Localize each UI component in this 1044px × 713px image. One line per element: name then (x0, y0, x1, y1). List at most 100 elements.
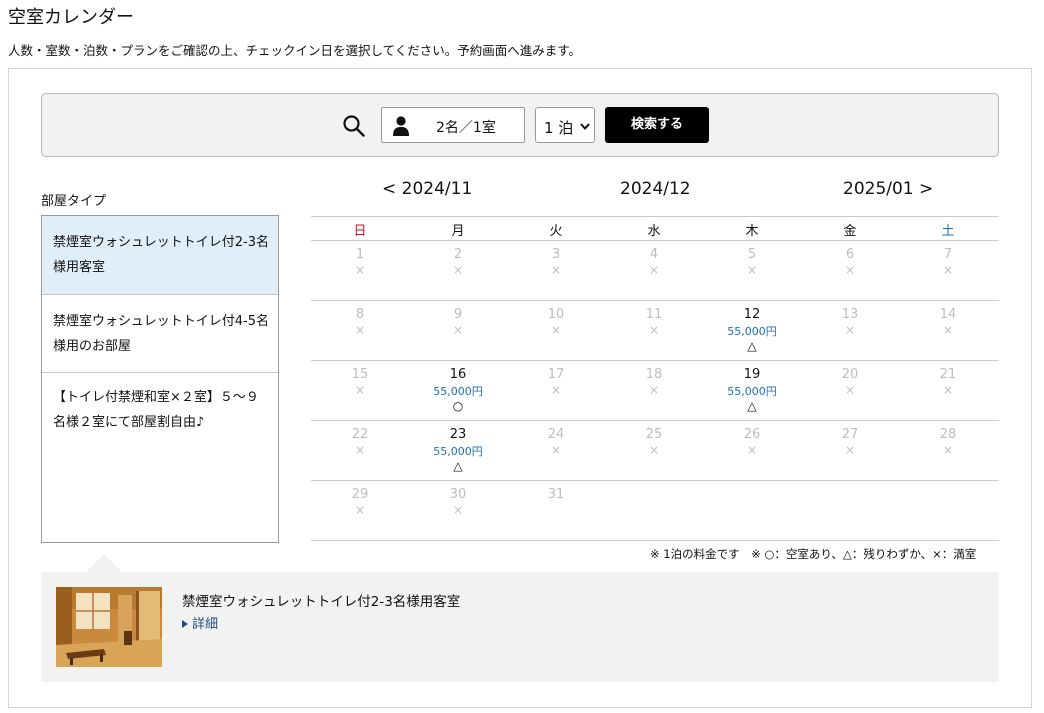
calendar-day-cell: 29 × (311, 481, 409, 541)
calendar-day-cell: 25 × (605, 421, 703, 481)
availability-mark: × (746, 263, 758, 277)
availability-mark: × (354, 503, 366, 517)
availability-mark: × (452, 503, 464, 517)
room-type-list: 禁煙室ウォシュレットトイレ付2-3名様用客室 禁煙室ウォシュレットトイレ付4-5… (41, 215, 279, 543)
availability-mark: × (648, 323, 660, 337)
availability-mark: △ (453, 459, 463, 473)
calendar-day-cell: 27 × (801, 421, 899, 481)
room-item-4-5[interactable]: 禁煙室ウォシュレットトイレ付4-5名様用のお部屋 (42, 295, 278, 373)
guests-rooms-selector[interactable]: 2名／1室 (381, 107, 525, 143)
availability-mark: × (942, 383, 954, 397)
calendar-grid: 日 月 火 水 木 金 土 1 × 2 × 3 × 4 × 5 × 6 × 7 × 8 × 9 × 10 × 11 × 12… (311, 216, 999, 541)
next-month-link[interactable]: 2025/01 > (843, 179, 933, 199)
calendar-day-cell[interactable]: 23 55,000円 △ (409, 421, 507, 481)
availability-mark: × (354, 323, 366, 337)
calendar-week: 15 × 16 55,000円 ○ 17 × 18 × 19 55,000円 △ 20 × 21 × (311, 361, 999, 421)
day-number: 28 (939, 427, 957, 442)
calendar-day-cell[interactable]: 19 55,000円 △ (703, 361, 801, 421)
weekday-sat: 土 (941, 224, 955, 239)
day-number: 30 (449, 487, 467, 502)
detail-link[interactable]: 詳細 (182, 613, 218, 632)
availability-mark: × (550, 263, 562, 277)
day-number: 3 (551, 247, 561, 262)
calendar-day-cell: 4 × (605, 241, 703, 301)
availability-mark: × (844, 263, 856, 277)
calendar-day-cell: 17 × (507, 361, 605, 421)
room-item-5-9[interactable]: 【トイレ付禁煙和室×２室】５～９名様２室にて部屋割自由♪ (42, 373, 278, 543)
day-number: 27 (841, 427, 859, 442)
day-number: 20 (841, 367, 859, 382)
calendar-day-cell: 30 × (409, 481, 507, 541)
availability-mark: △ (747, 399, 757, 413)
availability-mark: △ (747, 339, 757, 353)
calendar-day-cell: 28 × (899, 421, 997, 481)
calendar-day-cell: 24 × (507, 421, 605, 481)
search-icon[interactable] (342, 114, 366, 138)
availability-mark: × (354, 443, 366, 457)
room-item-2-3[interactable]: 禁煙室ウォシュレットトイレ付2-3名様用客室 (42, 216, 278, 295)
detail-room-title: 禁煙室ウォシュレットトイレ付2-3名様用客室 (182, 594, 461, 610)
detail-link-label: 詳細 (192, 617, 219, 632)
weekday-tue: 火 (549, 224, 563, 239)
availability-mark: × (648, 263, 660, 277)
day-number: 11 (645, 307, 663, 322)
availability-mark: × (550, 323, 562, 337)
weekday-sun: 日 (353, 224, 367, 239)
availability-mark: × (354, 263, 366, 277)
availability-mark: × (942, 443, 954, 457)
calendar-day-cell: 1 × (311, 241, 409, 301)
page-title: 空室カレンダー (8, 7, 134, 28)
calendar-day-cell: 11 × (605, 301, 703, 361)
calendar-day-cell: 2 × (409, 241, 507, 301)
calendar-day-cell: 26 × (703, 421, 801, 481)
calendar-day-cell: 14 × (899, 301, 997, 361)
availability-mark: × (844, 383, 856, 397)
calendar-week: 29 × 30 × 31 (311, 481, 999, 541)
room-type-label: 部屋タイプ (41, 194, 107, 209)
page-description: 人数・室数・泊数・プランをご確認の上、チェックイン日を選択してください。予約画面… (8, 43, 582, 58)
day-number: 29 (351, 487, 369, 502)
day-price: 55,000円 (433, 445, 483, 458)
prev-month-link[interactable]: < 2024/11 (382, 179, 472, 199)
search-button[interactable]: 検索する (605, 107, 709, 143)
day-number: 17 (547, 367, 565, 382)
day-number: 12 (743, 307, 761, 322)
day-number: 31 (547, 487, 565, 502)
day-number: 15 (351, 367, 369, 382)
availability-mark: × (354, 383, 366, 397)
day-number: 6 (845, 247, 855, 262)
availability-mark: ○ (452, 399, 464, 413)
calendar-week: 22 × 23 55,000円 △ 24 × 25 × 26 × 27 × 28 × (311, 421, 999, 481)
availability-mark: × (452, 323, 464, 337)
calendar-day-cell: 7 × (899, 241, 997, 301)
current-month-label: 2024/12 (620, 179, 691, 199)
day-number: 19 (743, 367, 761, 382)
availability-mark: × (942, 263, 954, 277)
calendar-day-cell: 5 × (703, 241, 801, 301)
calendar-day-cell[interactable]: 16 55,000円 ○ (409, 361, 507, 421)
room-photo[interactable] (56, 587, 162, 667)
availability-mark: × (550, 443, 562, 457)
calendar-day-cell: 8 × (311, 301, 409, 361)
calendar-day-cell[interactable]: 12 55,000円 △ (703, 301, 801, 361)
day-number: 23 (449, 427, 467, 442)
day-number: 26 (743, 427, 761, 442)
triangle-right-icon (182, 620, 188, 628)
day-number: 5 (747, 247, 757, 262)
availability-mark: × (648, 383, 660, 397)
calendar-day-cell: 15 × (311, 361, 409, 421)
availability-mark: × (844, 443, 856, 457)
day-number: 18 (645, 367, 663, 382)
person-icon (393, 116, 409, 136)
calendar-day-cell: 9 × (409, 301, 507, 361)
nights-select[interactable]: 1 泊 (535, 107, 595, 143)
day-number: 8 (355, 307, 365, 322)
calendar-day-cell: 10 × (507, 301, 605, 361)
day-number: 4 (649, 247, 659, 262)
availability-mark: × (648, 443, 660, 457)
availability-mark: × (550, 383, 562, 397)
day-number: 25 (645, 427, 663, 442)
calendar-day-cell: 13 × (801, 301, 899, 361)
day-number: 2 (453, 247, 463, 262)
day-number: 24 (547, 427, 565, 442)
